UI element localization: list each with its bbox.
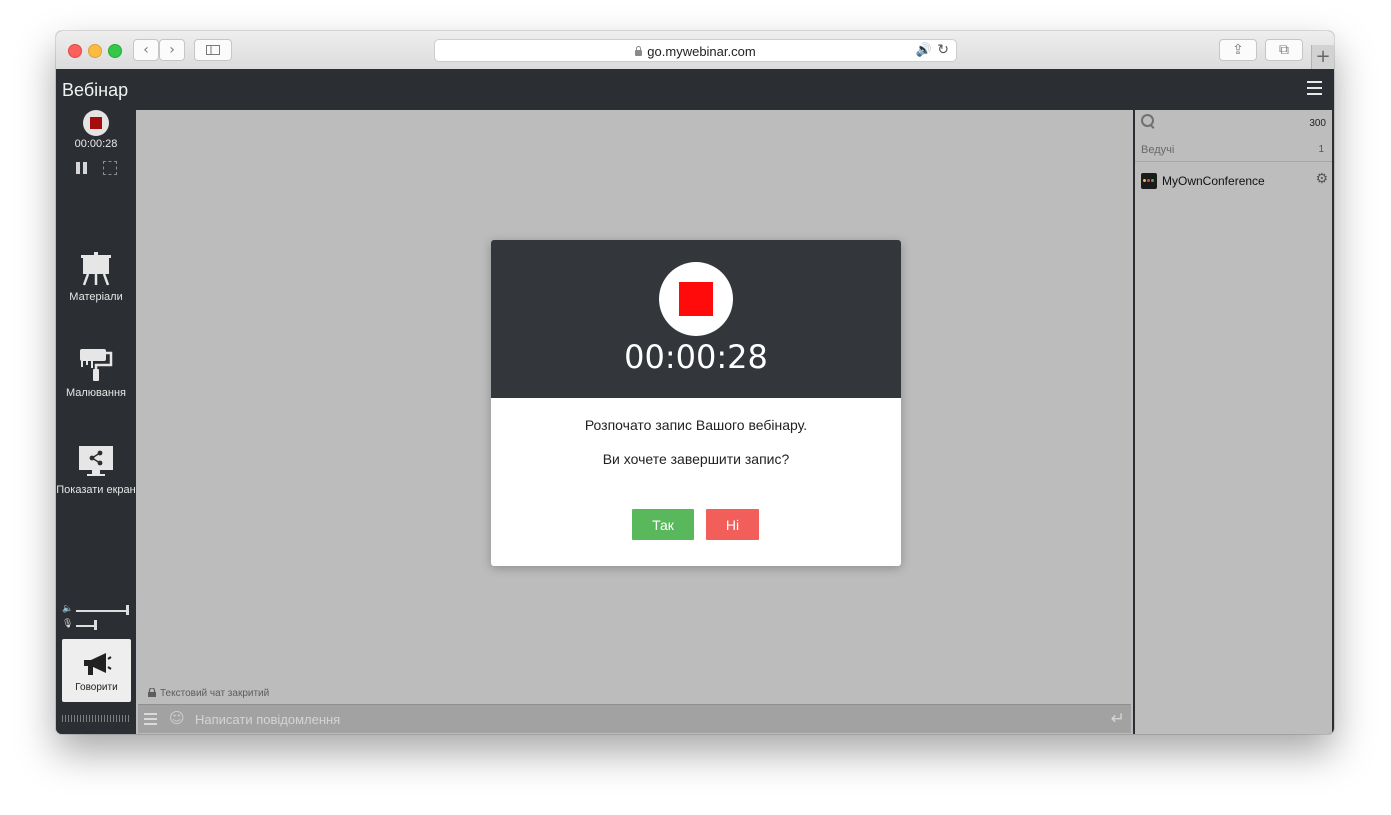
tool-share-screen[interactable]: Показати екран (56, 445, 136, 497)
send-enter-icon[interactable]: ↵ (1111, 709, 1125, 729)
slider-handle[interactable] (126, 605, 129, 615)
stop-record-button[interactable] (83, 110, 109, 136)
record-timer: 00:00:28 (74, 138, 118, 150)
confirm-yes-button[interactable]: Так (632, 509, 694, 540)
participant-row[interactable]: MyOwnConference ⚙ (1141, 171, 1328, 190)
paint-roller-icon (80, 349, 113, 381)
app-title: Вебінар (62, 80, 129, 100)
search-icon[interactable] (1141, 114, 1155, 128)
hosts-section-count: 1 (1318, 144, 1324, 155)
tool-label: Малювання (65, 387, 127, 399)
mic-volume-slider[interactable]: 🎙 (62, 619, 130, 631)
chat-message-input[interactable] (193, 708, 1077, 730)
speaker-volume-slider[interactable]: 🔈 (62, 604, 130, 616)
chevron-right-icon: › (169, 42, 175, 58)
new-tab-button[interactable]: + (1311, 45, 1334, 69)
pause-icon[interactable] (76, 162, 88, 174)
browser-toolbar: ‹ › go.mywebinar.com 🔊 ↻ ⇪ ⧉ + (56, 31, 1334, 70)
chat-closed-text: Текстовий чат закритий (160, 688, 270, 699)
zoom-window-button[interactable] (108, 44, 122, 58)
lock-icon (635, 46, 643, 56)
browser-window: ‹ › go.mywebinar.com 🔊 ↻ ⇪ ⧉ + Вебінар 0… (56, 31, 1334, 734)
slider-handle[interactable] (94, 620, 97, 630)
lock-icon (148, 687, 156, 697)
app-header: Вебінар (56, 69, 1334, 110)
forward-button[interactable]: › (159, 39, 185, 61)
microphone-icon: 🎙 (62, 619, 74, 629)
dialog-header: 00:00:28 (491, 240, 901, 398)
participant-name: MyOwnConference (1162, 174, 1265, 188)
plus-icon: + (1315, 46, 1331, 67)
reload-icon[interactable]: ↻ (937, 42, 949, 58)
chat-closed-note: Текстовий чат закритий (148, 687, 270, 699)
chat-menu-icon[interactable] (144, 713, 157, 728)
emoji-icon[interactable]: ☺ (169, 709, 185, 727)
speak-label: Говорити (75, 682, 118, 693)
participants-panel: 300 Ведучі 1 MyOwnConference ⚙ (1135, 110, 1332, 734)
left-sidebar: 00:00:28 Матеріали Малювання Показати ек… (56, 110, 136, 734)
presentation-board-icon (81, 252, 111, 286)
sidebar-toggle-button[interactable] (194, 39, 232, 61)
chevron-left-icon: ‹ (143, 42, 149, 58)
hosts-section-label: Ведучі (1141, 144, 1175, 156)
menu-icon[interactable] (1307, 81, 1322, 99)
share-button[interactable]: ⇪ (1219, 39, 1257, 61)
chat-input-bar: ☺ ↵ (138, 704, 1131, 733)
dialog-question: Ви хочете завершити запис? (602, 451, 790, 467)
confirm-no-button[interactable]: Ні (706, 509, 759, 540)
speaker-icon: 🔈 (62, 604, 74, 614)
record-stop-icon (659, 262, 733, 336)
avatar (1141, 173, 1157, 189)
sidebar-icon (206, 45, 220, 55)
tabs-button[interactable]: ⧉ (1265, 39, 1303, 61)
audio-level-meter (62, 715, 130, 722)
back-button[interactable]: ‹ (133, 39, 159, 61)
slider-track (76, 610, 126, 612)
fullscreen-icon[interactable] (103, 161, 117, 175)
tool-materials[interactable]: Матеріали (56, 252, 136, 304)
close-window-button[interactable] (68, 44, 82, 58)
divider (1135, 161, 1332, 162)
share-icon: ⇪ (1232, 42, 1244, 58)
main-stage: 00:00:28 Розпочато запис Вашого вебінару… (136, 110, 1133, 734)
gear-icon[interactable]: ⚙ (1315, 171, 1328, 187)
speak-button[interactable]: Говорити (62, 639, 131, 702)
address-bar[interactable]: go.mywebinar.com 🔊 ↻ (434, 39, 957, 62)
url-text: go.mywebinar.com (647, 44, 756, 59)
tool-drawing[interactable]: Малювання (56, 348, 136, 400)
slider-track (76, 625, 94, 627)
stop-recording-dialog: 00:00:28 Розпочато запис Вашого вебінару… (491, 240, 901, 566)
megaphone-icon (83, 653, 112, 675)
dialog-message: Розпочато запис Вашого вебінару. (584, 417, 808, 433)
dialog-timer: 00:00:28 (624, 338, 768, 376)
tool-label: Матеріали (69, 291, 123, 303)
tool-label: Показати екран (56, 484, 136, 496)
participants-count: 300 (1309, 118, 1326, 129)
share-screen-icon (79, 446, 113, 476)
tabs-icon: ⧉ (1279, 42, 1289, 58)
speaker-icon[interactable]: 🔊 (916, 43, 932, 58)
minimize-window-button[interactable] (88, 44, 102, 58)
